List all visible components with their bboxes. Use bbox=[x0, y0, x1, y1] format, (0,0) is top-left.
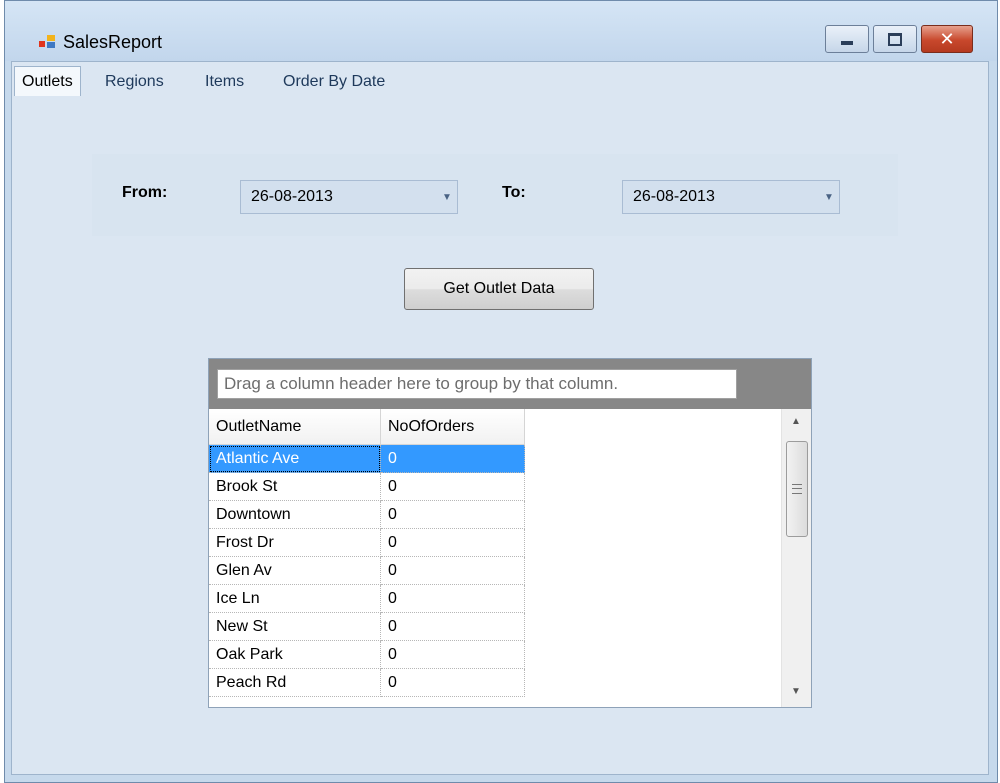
column-header-noofordres[interactable]: NoOfOrders bbox=[381, 409, 525, 445]
cell-no-of-orders[interactable]: 0 bbox=[381, 529, 525, 557]
cell-outlet-name[interactable]: Downtown bbox=[209, 501, 381, 529]
table-row[interactable]: Glen Av 0 bbox=[209, 557, 525, 585]
to-date-value: 26-08-2013 bbox=[633, 188, 715, 205]
cell-no-of-orders[interactable]: 0 bbox=[381, 613, 525, 641]
cell-outlet-name[interactable]: New St bbox=[209, 613, 381, 641]
cell-outlet-name[interactable]: Brook St bbox=[209, 473, 381, 501]
table-row[interactable]: Atlantic Ave 0 bbox=[209, 445, 525, 473]
chevron-down-icon[interactable]: ▼ bbox=[819, 192, 839, 203]
maximize-button[interactable] bbox=[873, 25, 917, 53]
tab-regions[interactable]: Regions bbox=[98, 68, 171, 96]
table-row[interactable]: Ice Ln 0 bbox=[209, 585, 525, 613]
close-button[interactable]: ✕ bbox=[921, 25, 973, 53]
table-row[interactable]: Oak Park 0 bbox=[209, 641, 525, 669]
chevron-down-icon[interactable]: ▼ bbox=[437, 192, 457, 203]
app-window: SalesReport ✕ Outlets Regions Items Orde… bbox=[4, 0, 998, 783]
outlet-data-grid: Drag a column header here to group by th… bbox=[208, 358, 812, 708]
table-row[interactable]: Frost Dr 0 bbox=[209, 529, 525, 557]
cell-outlet-name[interactable]: Atlantic Ave bbox=[209, 445, 381, 473]
cell-no-of-orders[interactable]: 0 bbox=[381, 501, 525, 529]
to-label: To: bbox=[502, 184, 526, 201]
from-date-picker[interactable]: 26-08-2013 ▼ bbox=[240, 180, 458, 214]
cell-outlet-name[interactable]: Ice Ln bbox=[209, 585, 381, 613]
scrollbar-thumb[interactable] bbox=[786, 441, 808, 537]
cell-no-of-orders[interactable]: 0 bbox=[381, 669, 525, 697]
close-icon: ✕ bbox=[939, 28, 955, 50]
vertical-scrollbar[interactable]: ▲ ▼ bbox=[781, 409, 811, 707]
group-by-hint: Drag a column header here to group by th… bbox=[217, 369, 737, 399]
minimize-button[interactable] bbox=[825, 25, 869, 53]
from-date-value: 26-08-2013 bbox=[251, 188, 333, 205]
column-header-outletname[interactable]: OutletName bbox=[209, 409, 381, 445]
tab-outlets[interactable]: Outlets bbox=[14, 66, 81, 96]
from-label: From: bbox=[122, 184, 168, 201]
cell-no-of-orders[interactable]: 0 bbox=[381, 641, 525, 669]
cell-outlet-name[interactable]: Peach Rd bbox=[209, 669, 381, 697]
scroll-down-icon[interactable]: ▼ bbox=[782, 681, 810, 703]
table-row[interactable]: New St 0 bbox=[209, 613, 525, 641]
outlets-tab-panel: From: 26-08-2013 ▼ To: 26-08-2013 ▼ Get … bbox=[12, 96, 988, 774]
cell-no-of-orders[interactable]: 0 bbox=[381, 585, 525, 613]
tab-items[interactable]: Items bbox=[198, 68, 251, 96]
table-row[interactable]: Brook St 0 bbox=[209, 473, 525, 501]
client-area: Outlets Regions Items Order By Date From… bbox=[11, 61, 989, 775]
cell-outlet-name[interactable]: Frost Dr bbox=[209, 529, 381, 557]
cell-no-of-orders[interactable]: 0 bbox=[381, 473, 525, 501]
window-title: SalesReport bbox=[63, 32, 163, 52]
tab-order-by-date[interactable]: Order By Date bbox=[276, 68, 392, 96]
scroll-up-icon[interactable]: ▲ bbox=[782, 411, 810, 433]
app-icon bbox=[39, 35, 55, 48]
get-outlet-data-button[interactable]: Get Outlet Data bbox=[404, 268, 594, 310]
cell-no-of-orders[interactable]: 0 bbox=[381, 445, 525, 473]
group-by-panel[interactable]: Drag a column header here to group by th… bbox=[209, 359, 811, 409]
title-bar[interactable]: SalesReport ✕ bbox=[5, 1, 997, 61]
maximize-icon bbox=[888, 32, 902, 46]
grip-icon bbox=[792, 484, 802, 494]
cell-outlet-name[interactable]: Oak Park bbox=[209, 641, 381, 669]
minimize-icon bbox=[841, 41, 853, 45]
cell-outlet-name[interactable]: Glen Av bbox=[209, 557, 381, 585]
table-row[interactable]: Downtown 0 bbox=[209, 501, 525, 529]
table-row[interactable]: Peach Rd 0 bbox=[209, 669, 525, 697]
cell-no-of-orders[interactable]: 0 bbox=[381, 557, 525, 585]
grid-body: OutletName NoOfOrders Atlantic Ave 0 Bro… bbox=[209, 409, 779, 707]
to-date-picker[interactable]: 26-08-2013 ▼ bbox=[622, 180, 840, 214]
